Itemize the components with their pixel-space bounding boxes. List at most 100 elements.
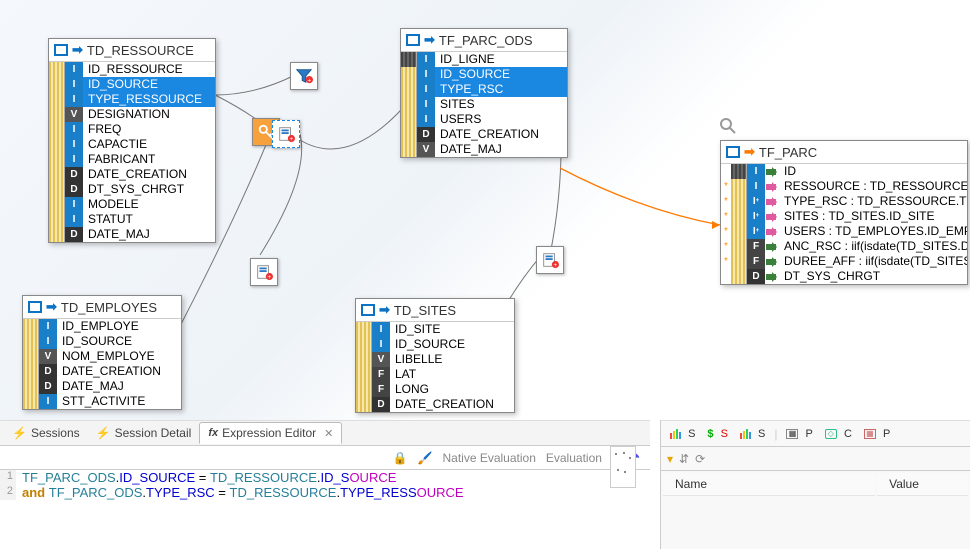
sort-icon[interactable]: ⇵: [679, 452, 689, 466]
line-number: 2: [0, 485, 16, 500]
minimap[interactable]: [610, 446, 636, 488]
column-row[interactable]: DDATE_CREATION: [401, 127, 567, 142]
column-row[interactable]: *IRESSOURCE : TD_RESSOURCE.ID_R: [721, 179, 967, 194]
entity-td-employes[interactable]: ➡ TD_EMPLOYES IID_EMPLOYE IID_SOURCE VNO…: [22, 295, 182, 410]
tab-label: Session Detail: [115, 426, 192, 440]
variables-icon[interactable]: $ S: [704, 427, 731, 441]
arrow-in-icon: ➡: [424, 32, 435, 48]
column-row[interactable]: ISTT_ACTIVITE: [23, 394, 181, 409]
entity-header[interactable]: ➡ TF_PARC: [721, 141, 967, 164]
column-row[interactable]: ISTATUT: [49, 212, 215, 227]
arrow-out-icon: ➡: [744, 144, 755, 160]
expression-toolbar: 🔒 🖌️ Native Evaluation Evaluation | ☂️: [0, 446, 650, 470]
column-row[interactable]: DDT_SYS_CHRGT: [721, 269, 967, 284]
entity-header[interactable]: ➡ TD_EMPLOYES: [23, 296, 181, 319]
table-icon: [726, 146, 740, 158]
expression-editor-area[interactable]: 1 TF_PARC_ODS.ID_SOURCE = TD_RESSOURCE.I…: [0, 470, 650, 500]
entity-title: TF_PARC: [759, 145, 817, 160]
lock-icon[interactable]: 🔒: [393, 451, 408, 465]
eval-label[interactable]: Evaluation: [546, 451, 602, 465]
entity-td-ressource[interactable]: ➡ TD_RESSOURCE IID_RESSOURCE IID_SOURCE …: [48, 38, 216, 243]
sessions-stats-icon[interactable]: S: [737, 427, 768, 441]
native-eval-label[interactable]: Native Evaluation: [442, 451, 535, 465]
column-row[interactable]: ISITES: [401, 97, 567, 112]
tab-session-detail[interactable]: ⚡ Session Detail: [88, 423, 200, 443]
table-icon: [54, 44, 68, 56]
brush-icon[interactable]: 🖌️: [418, 451, 433, 465]
tab-label: Expression Editor: [222, 426, 316, 440]
column-row[interactable]: *I+SITES : TD_SITES.ID_SITE: [721, 209, 967, 224]
column-row[interactable]: IID_EMPLOYE: [23, 319, 181, 334]
entity-title: TD_RESSOURCE: [87, 43, 194, 58]
svg-text:+: +: [308, 77, 312, 84]
name-value-table: Name Value: [661, 471, 970, 498]
right-tools-row: ▾ ⇵ ⟳: [661, 447, 970, 471]
refresh-icon[interactable]: ⟳: [695, 452, 705, 466]
table-icon: [361, 304, 375, 316]
column-row[interactable]: IID_RESSOURCE: [49, 62, 215, 77]
column-row[interactable]: VLIBELLE: [356, 352, 514, 367]
column-row[interactable]: *I+USERS : TD_EMPLOYES.ID_EMPLOY: [721, 224, 967, 239]
column-row[interactable]: *I+TYPE_RSC : TD_RESSOURCE.TYPE_: [721, 194, 967, 209]
tab-label: Sessions: [31, 426, 80, 440]
column-row[interactable]: FLONG: [356, 382, 514, 397]
column-row[interactable]: IMODELE: [49, 197, 215, 212]
right-icon-bar: S $ S S | ▦ P ◇ C ▦ P: [661, 421, 970, 447]
column-row[interactable]: DDATE_MAJ: [49, 227, 215, 242]
svg-text:+: +: [268, 274, 272, 281]
column-row[interactable]: VNOM_EMPLOYE: [23, 349, 181, 364]
filter-node-icon[interactable]: +: [290, 62, 318, 90]
config-icon[interactable]: ◇ C: [822, 427, 855, 441]
entity-header[interactable]: ➡ TD_RESSOURCE: [49, 39, 215, 62]
column-row[interactable]: ICAPACTIE: [49, 137, 215, 152]
entity-tf-parc-ods[interactable]: ➡ TF_PARC_ODS IID_LIGNE IID_SOURCE ITYPE…: [400, 28, 568, 158]
column-row[interactable]: IID: [721, 164, 967, 179]
column-row[interactable]: IID_SITE: [356, 322, 514, 337]
column-row[interactable]: IID_SOURCE: [49, 77, 215, 92]
process-icon[interactable]: ▦ P: [861, 427, 893, 441]
tab-sessions[interactable]: ⚡ Sessions: [4, 423, 88, 443]
column-row[interactable]: VDESIGNATION: [49, 107, 215, 122]
column-row[interactable]: ITYPE_RESSOURCE: [49, 92, 215, 107]
tab-expression-editor[interactable]: fx Expression Editor ✕: [199, 422, 342, 444]
filter-icon[interactable]: ▾: [667, 452, 673, 466]
column-row[interactable]: DDATE_CREATION: [49, 167, 215, 182]
col-header-value[interactable]: Value: [877, 473, 968, 496]
col-header-name[interactable]: Name: [663, 473, 875, 496]
column-row[interactable]: DDATE_MAJ: [23, 379, 181, 394]
column-row[interactable]: IFREQ: [49, 122, 215, 137]
column-row[interactable]: *FANC_RSC : iif(isdate(TD_SITES.DAT: [721, 239, 967, 254]
process-icon[interactable]: ▦ P: [783, 427, 815, 441]
sessions-stats-icon[interactable]: S: [667, 427, 698, 441]
stage-node-icon[interactable]: +: [536, 246, 564, 274]
column-row[interactable]: IUSERS: [401, 112, 567, 127]
entity-tf-parc[interactable]: ➡ TF_PARC IID *IRESSOURCE : TD_RESSOURCE…: [720, 140, 968, 285]
svg-text:+: +: [554, 262, 558, 269]
column-row[interactable]: IID_SOURCE: [356, 337, 514, 352]
entity-td-sites[interactable]: ➡ TD_SITES IID_SITE IID_SOURCE VLIBELLE …: [355, 298, 515, 413]
arrow-in-icon: ➡: [46, 299, 57, 315]
arrow-in-icon: ➡: [379, 302, 390, 318]
line-number: 1: [0, 470, 16, 485]
column-row[interactable]: IID_LIGNE: [401, 52, 567, 67]
stage-node-icon[interactable]: +: [250, 258, 278, 286]
column-row[interactable]: VDATE_MAJ: [401, 142, 567, 157]
column-row[interactable]: DDT_SYS_CHRGT: [49, 182, 215, 197]
magnifier-icon[interactable]: [720, 118, 736, 134]
column-row[interactable]: IFABRICANT: [49, 152, 215, 167]
mapping-canvas[interactable]: ➡ TD_RESSOURCE IID_RESSOURCE IID_SOURCE …: [0, 0, 970, 420]
close-icon[interactable]: ✕: [324, 427, 333, 440]
stage-node-icon[interactable]: +: [272, 120, 300, 148]
column-row[interactable]: DDATE_CREATION: [356, 397, 514, 412]
entity-header[interactable]: ➡ TD_SITES: [356, 299, 514, 322]
entity-header[interactable]: ➡ TF_PARC_ODS: [401, 29, 567, 52]
column-row[interactable]: DDATE_CREATION: [23, 364, 181, 379]
column-row[interactable]: ITYPE_RSC: [401, 82, 567, 97]
column-row[interactable]: *FDUREE_AFF : iif(isdate(TD_SITES.DA: [721, 254, 967, 269]
entity-rows: IID_LIGNE IID_SOURCE ITYPE_RSC ISITES IU…: [401, 52, 567, 157]
right-panel: S $ S S | ▦ P ◇ C ▦ P ▾ ⇵ ⟳ Name Value: [660, 420, 970, 549]
entity-rows: IID *IRESSOURCE : TD_RESSOURCE.ID_R *I+T…: [721, 164, 967, 284]
column-row[interactable]: FLAT: [356, 367, 514, 382]
column-row[interactable]: IID_SOURCE: [401, 67, 567, 82]
column-row[interactable]: IID_SOURCE: [23, 334, 181, 349]
